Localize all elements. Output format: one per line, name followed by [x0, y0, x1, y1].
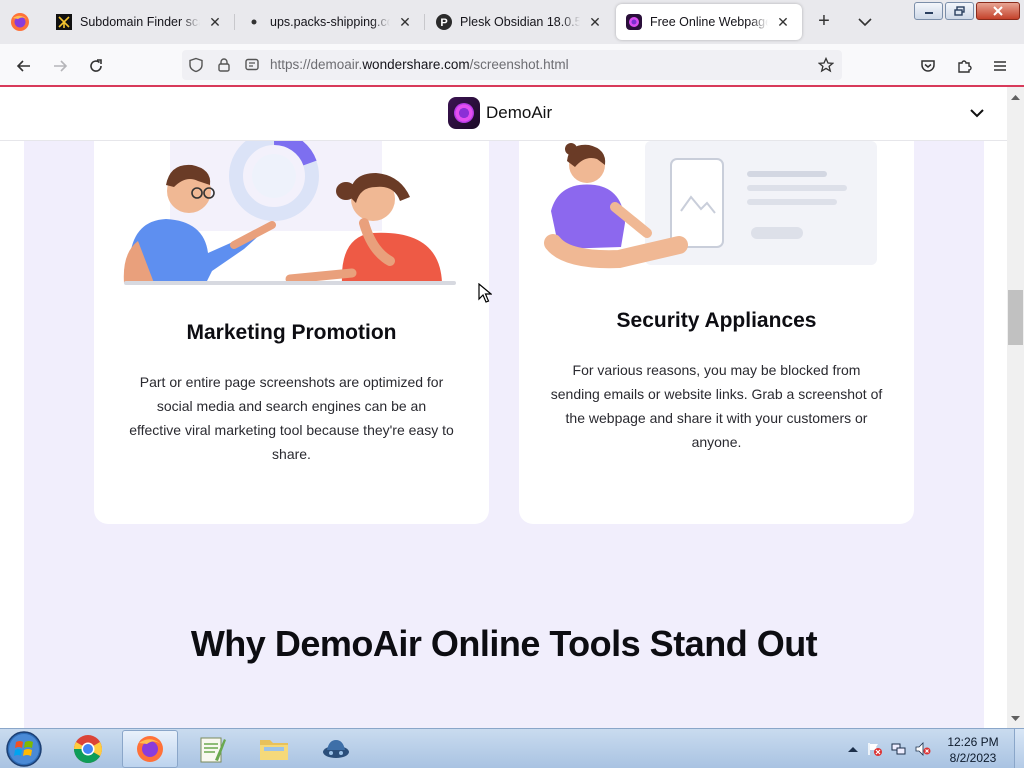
taskbar-firefox[interactable] — [122, 730, 178, 768]
pocket-icon[interactable] — [916, 54, 940, 78]
url-prefix: https://demoair. — [270, 57, 363, 72]
taskbar-explorer[interactable] — [246, 730, 302, 768]
card-title: Security Appliances — [616, 309, 817, 332]
tracking-protection-icon[interactable] — [188, 57, 204, 73]
tab-close-icon[interactable]: ✕ — [586, 14, 604, 31]
tab-ups-packs[interactable]: ups.packs-shipping.com/ ✕ — [236, 4, 424, 40]
mouse-cursor-icon — [478, 283, 492, 303]
svg-text:P: P — [440, 17, 447, 29]
tab-separator — [424, 14, 425, 30]
new-tab-button[interactable]: + — [814, 11, 834, 32]
list-all-tabs-icon[interactable] — [855, 12, 875, 32]
address-bar[interactable]: https://demoair.wondershare.com/screensh… — [182, 50, 842, 80]
security-illustration — [544, 141, 877, 269]
forward-button[interactable] — [48, 54, 72, 78]
scroll-up-arrow-icon[interactable] — [1011, 93, 1020, 102]
notepad-plus-plus-icon — [200, 737, 226, 763]
card-description: Part or entire page screenshots are opti… — [129, 374, 454, 462]
tab-close-icon[interactable]: ✕ — [206, 14, 224, 31]
taskbar-network-app[interactable] — [308, 730, 364, 768]
clock-time: 12:26 PM — [947, 735, 999, 749]
tab-separator — [234, 14, 235, 30]
brand-link[interactable]: DemoAir — [448, 97, 552, 129]
demoair-favicon — [626, 14, 642, 30]
action-center-flag-icon[interactable] — [866, 742, 882, 756]
network-app-icon — [323, 740, 349, 758]
show-desktop-button[interactable] — [1014, 729, 1024, 768]
chevron-down-icon[interactable] — [969, 105, 985, 121]
section-heading: Why DemoAir Online Tools Stand Out — [190, 623, 818, 664]
card-title: Marketing Promotion — [186, 321, 397, 344]
feature-card-security: Security Appliances For various reasons,… — [519, 141, 914, 524]
menu-hamburger-icon[interactable] — [988, 54, 1012, 78]
close-window-button[interactable] — [976, 2, 1020, 20]
minimize-button[interactable] — [914, 2, 943, 20]
tab-subdomain-finder[interactable]: Subdomain Finder scan c ✕ — [46, 4, 234, 40]
page-scrollbar[interactable] — [1007, 87, 1024, 728]
tab-demoair[interactable]: Free Online Webpage Sc ✕ — [616, 4, 802, 40]
show-hidden-icons-icon[interactable] — [845, 742, 861, 756]
tab-title: Subdomain Finder scan c — [80, 15, 200, 29]
subdomain-finder-favicon — [56, 14, 72, 30]
feature-card-marketing: Marketing Promotion Part or entire page … — [94, 141, 489, 524]
tab-title: Plesk Obsidian 18.0.53 — [460, 15, 580, 29]
marketing-illustration — [123, 141, 456, 285]
card-description: For various reasons, you may be blocked … — [550, 362, 883, 450]
folder-icon — [260, 740, 288, 760]
firefox-icon — [137, 736, 163, 762]
tab-title: Free Online Webpage Sc — [650, 15, 768, 29]
clock-date: 8/2/2023 — [949, 751, 997, 765]
tab-strip: Subdomain Finder scan c ✕ ups.packs-ship… — [0, 0, 1024, 44]
back-button[interactable] — [12, 54, 36, 78]
restore-button[interactable] — [945, 2, 974, 20]
url-text: https://demoair.wondershare.com/screensh… — [270, 57, 569, 72]
dot-favicon — [246, 14, 262, 30]
start-button[interactable] — [4, 730, 44, 768]
tab-plesk[interactable]: P Plesk Obsidian 18.0.53 ✕ — [426, 4, 614, 40]
url-domain: wondershare.com — [362, 57, 470, 72]
site-header: DemoAir — [0, 87, 1007, 141]
page-info-icon[interactable] — [244, 57, 260, 73]
reload-button[interactable] — [84, 54, 108, 78]
extensions-icon[interactable] — [952, 54, 976, 78]
brand-name: DemoAir — [486, 103, 553, 122]
tab-title: ups.packs-shipping.com/ — [270, 15, 390, 29]
chrome-icon — [74, 735, 102, 763]
taskbar-notepad-plus[interactable] — [184, 730, 240, 768]
windows-taskbar: 12:26 PM 8/2/2023 — [0, 728, 1024, 768]
scrollbar-thumb[interactable] — [1008, 290, 1023, 345]
network-icon[interactable] — [891, 742, 907, 756]
navigation-toolbar: https://demoair.wondershare.com/screensh… — [0, 44, 1024, 86]
tab-close-icon[interactable]: ✕ — [774, 14, 792, 31]
tab-close-icon[interactable]: ✕ — [396, 14, 414, 31]
lock-icon[interactable] — [216, 57, 232, 73]
plesk-favicon: P — [436, 14, 452, 30]
features-section: Marketing Promotion Part or entire page … — [24, 141, 984, 728]
taskbar-clock[interactable]: 12:26 PM 8/2/2023 — [935, 734, 1011, 766]
scroll-down-arrow-icon[interactable] — [1011, 714, 1020, 723]
firefox-icon[interactable] — [10, 12, 30, 32]
demoair-logo-icon — [448, 97, 480, 129]
window-controls — [914, 2, 1020, 20]
url-path: /screenshot.html — [469, 57, 569, 72]
taskbar-chrome[interactable] — [60, 730, 116, 768]
page-viewport: DemoAir Marketing Promotion Part or enti… — [0, 87, 1007, 728]
bookmark-star-icon[interactable] — [817, 56, 835, 73]
volume-muted-icon[interactable] — [915, 742, 931, 756]
